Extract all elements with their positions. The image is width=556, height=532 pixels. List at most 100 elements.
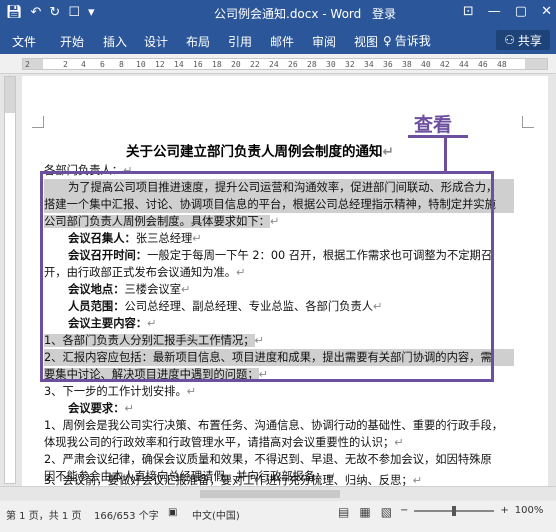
title-bar: 💾︎ ↶ ↻ ☐ ▾ 公司例会通知.docx - Word 登录 ⊡ — ▢ ✕	[0, 0, 556, 26]
doc-line: 搭建一个集中汇报、讨论、协调项目信息的平台，根据公司总经理指示精神，特制定并实施	[44, 196, 514, 213]
tab-view[interactable]: 视图	[354, 33, 378, 50]
word-count[interactable]: 166/653 个字	[94, 507, 159, 522]
tab-references[interactable]: 引用	[228, 33, 252, 50]
doc-line: 1、各部门负责人分别汇报手头工作情况；↵	[44, 334, 265, 347]
page-count[interactable]: 第 1 页，共 1 页	[6, 507, 81, 522]
proofing-icon[interactable]: ▣	[168, 507, 177, 518]
window-title: 公司例会通知.docx - Word	[214, 7, 362, 21]
ruler-number: 14	[174, 60, 184, 69]
share-label: 共享	[517, 33, 542, 48]
ruler-number: 48	[497, 60, 507, 69]
undo-icon[interactable]: ↶	[31, 4, 42, 22]
read-mode-icon[interactable]: ▤	[338, 505, 349, 519]
quick-access-toolbar: 💾︎ ↶ ↻ ☐ ▾	[6, 4, 95, 22]
touch-icon[interactable]: ☐	[68, 4, 80, 22]
document-heading: 关于公司建立部门负责人周例会制度的通知↵	[126, 144, 394, 160]
view-buttons: ▤ ▦ ▧	[338, 505, 392, 519]
status-bar: 第 1 页，共 1 页 166/653 个字 ▣ 中文(中国) ▤ ▦ ▧ − …	[0, 486, 556, 532]
window-controls: ⊡ — ▢ ✕	[463, 3, 552, 21]
tab-layout[interactable]: 布局	[186, 33, 210, 50]
vertical-scrollbar[interactable]	[548, 74, 556, 486]
doc-line: 公司部门负责人周例会制度。具体要求如下：↵	[44, 215, 280, 228]
ruler-number: 10	[136, 60, 146, 69]
ruler-number: 16	[193, 60, 203, 69]
ruler-number: 44	[459, 60, 469, 69]
ribbon-display-icon[interactable]: ⊡	[463, 3, 474, 21]
ruler-number: 22	[250, 60, 260, 69]
scroll-thumb[interactable]	[200, 490, 340, 498]
doc-line: 会议主要内容：↵	[68, 317, 157, 330]
ruler-number: 20	[231, 60, 241, 69]
ruler-number: 46	[478, 60, 488, 69]
doc-line: 1、周例会是我公司实行决策、布置任务、沟通信息、协调行动的基础性、重要的行政手段…	[44, 419, 504, 432]
zoom-level[interactable]: 100%	[515, 505, 544, 516]
zoom-in-button[interactable]: +	[500, 505, 508, 516]
ruler-number: 26	[288, 60, 298, 69]
ruler-margin-right	[525, 59, 547, 69]
ruler-number: 12	[155, 60, 165, 69]
ribbon-tabs: 文件 开始 插入 设计 布局 引用 邮件 审阅 视图 ♀︎ 告诉我 ⚇ 共享	[0, 26, 556, 54]
callout-label: 查看	[414, 114, 453, 136]
margin-corner-mark	[522, 116, 534, 128]
ruler-number: 40	[421, 60, 431, 69]
doc-line: 2、严肃会议纪律，确保会议质量和效果，不得迟到、早退、无故不参加会议，如因特殊原	[44, 453, 492, 466]
document-page[interactable]: 关于公司建立部门负责人周例会制度的通知↵ 各部门负责人：↵ 为了提高公司项目推进…	[22, 76, 548, 486]
zoom-slider[interactable]	[414, 505, 495, 516]
tab-home[interactable]: 开始	[60, 33, 84, 50]
ruler-number: 2	[63, 60, 68, 69]
doc-line: 会议要求：↵	[68, 402, 134, 415]
tab-review[interactable]: 审阅	[312, 33, 336, 50]
zoom-control: − + 100%	[400, 505, 543, 516]
restore-icon[interactable]: ▢	[515, 3, 527, 21]
language-indicator[interactable]: 中文(中国)	[192, 507, 240, 522]
tab-file[interactable]: 文件	[12, 33, 36, 50]
ruler-number: 2	[25, 60, 30, 69]
tab-mailings[interactable]: 邮件	[270, 33, 294, 50]
ruler-number: 38	[402, 60, 412, 69]
redo-icon[interactable]: ↻	[49, 4, 60, 22]
ruler-number: 32	[345, 60, 355, 69]
zoom-slider-knob[interactable]	[452, 505, 457, 516]
tab-insert[interactable]: 插入	[103, 33, 127, 50]
lightbulb-icon: ♀︎	[383, 33, 392, 48]
person-icon: ⚇	[504, 33, 515, 47]
margin-corner-mark	[32, 116, 44, 128]
doc-line: 人员范围：公司总经理、副总经理、专业总监、各部门负责人↵	[68, 300, 383, 313]
ruler-number: 6	[100, 60, 105, 69]
tell-me-box[interactable]: ♀︎ 告诉我	[383, 32, 431, 49]
ruler-number: 4	[81, 60, 86, 69]
web-layout-icon[interactable]: ▧	[381, 505, 392, 519]
doc-line: 会议召集人：张三总经理↵	[68, 232, 202, 245]
doc-line: 为了提高公司项目推进速度，提升公司运营和沟通效率，促进部门间联动、形成合力，	[44, 179, 514, 196]
close-icon[interactable]: ✕	[541, 3, 552, 21]
paragraph-mark: ↵	[382, 144, 394, 160]
ruler-number: 28	[307, 60, 317, 69]
minimize-icon[interactable]: —	[488, 3, 501, 21]
print-layout-icon[interactable]: ▦	[359, 505, 370, 519]
doc-line: 会议地点：三楼会议室↵	[68, 283, 191, 296]
ruler-number: 18	[212, 60, 222, 69]
doc-line: 体现我公司的行政效率和行政管理水平，请措高对会议重要性的认识；↵	[44, 436, 404, 449]
vertical-ruler[interactable]	[4, 76, 16, 484]
vruler-margin-top	[5, 77, 15, 113]
save-icon[interactable]: 💾︎	[6, 4, 23, 22]
ruler-number: 24	[269, 60, 279, 69]
ruler-number: 42	[440, 60, 450, 69]
tell-me-label: 告诉我	[394, 34, 431, 48]
doc-line: 3、下一步的工作计划安排。↵	[44, 385, 197, 398]
ruler-row: 2 2 4 6 8 10 12 14 16 18 20 22 24 26 28 …	[0, 54, 556, 74]
tab-design[interactable]: 设计	[144, 33, 168, 50]
horizontal-ruler[interactable]: 2 2 4 6 8 10 12 14 16 18 20 22 24 26 28 …	[22, 58, 548, 70]
ruler-number: 30	[326, 60, 336, 69]
ruler-number: 8	[119, 60, 124, 69]
login-link[interactable]: 登录	[372, 5, 396, 22]
callout-connector	[444, 136, 447, 172]
ruler-number: 34	[364, 60, 374, 69]
share-button[interactable]: ⚇ 共享	[496, 30, 550, 50]
horizontal-scrollbar[interactable]	[0, 487, 556, 501]
ruler-number: 36	[383, 60, 393, 69]
doc-line: 开，由行政部正式发布会议通知为准。↵	[44, 266, 246, 279]
customize-icon[interactable]: ▾	[88, 4, 95, 22]
doc-line: 会议召开时间：一般定于每周一下午 2：00 召开，根据工作需求也可调整为不定期召	[68, 249, 493, 262]
zoom-out-button[interactable]: −	[400, 505, 408, 516]
